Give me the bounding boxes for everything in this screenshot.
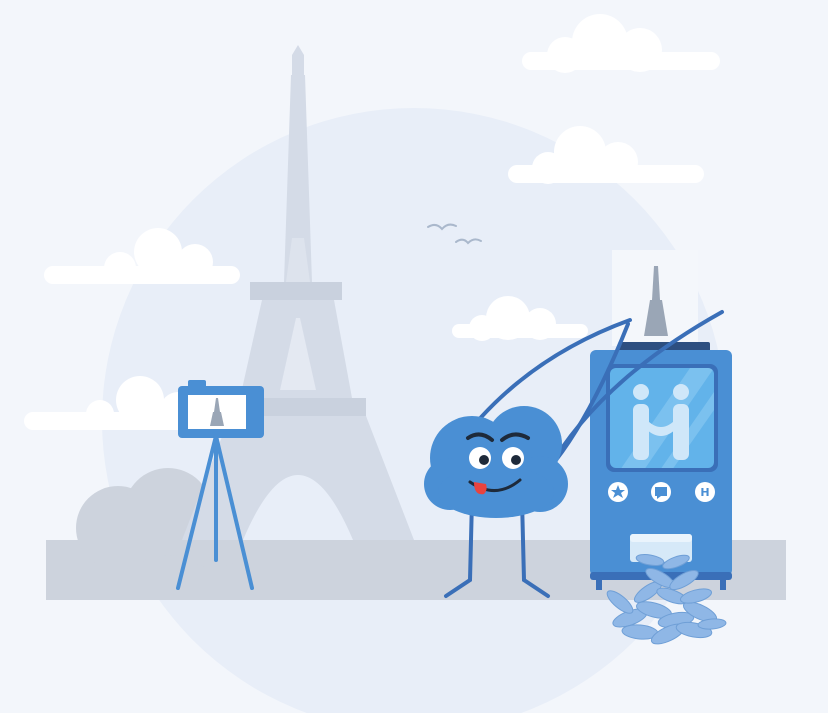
illustration-scene: H xyxy=(0,0,828,713)
hotel-button: H xyxy=(695,482,715,502)
chat-button xyxy=(651,482,671,502)
star-button xyxy=(608,482,628,502)
camera-icon xyxy=(178,380,264,438)
hotel-icon: H xyxy=(700,486,709,499)
